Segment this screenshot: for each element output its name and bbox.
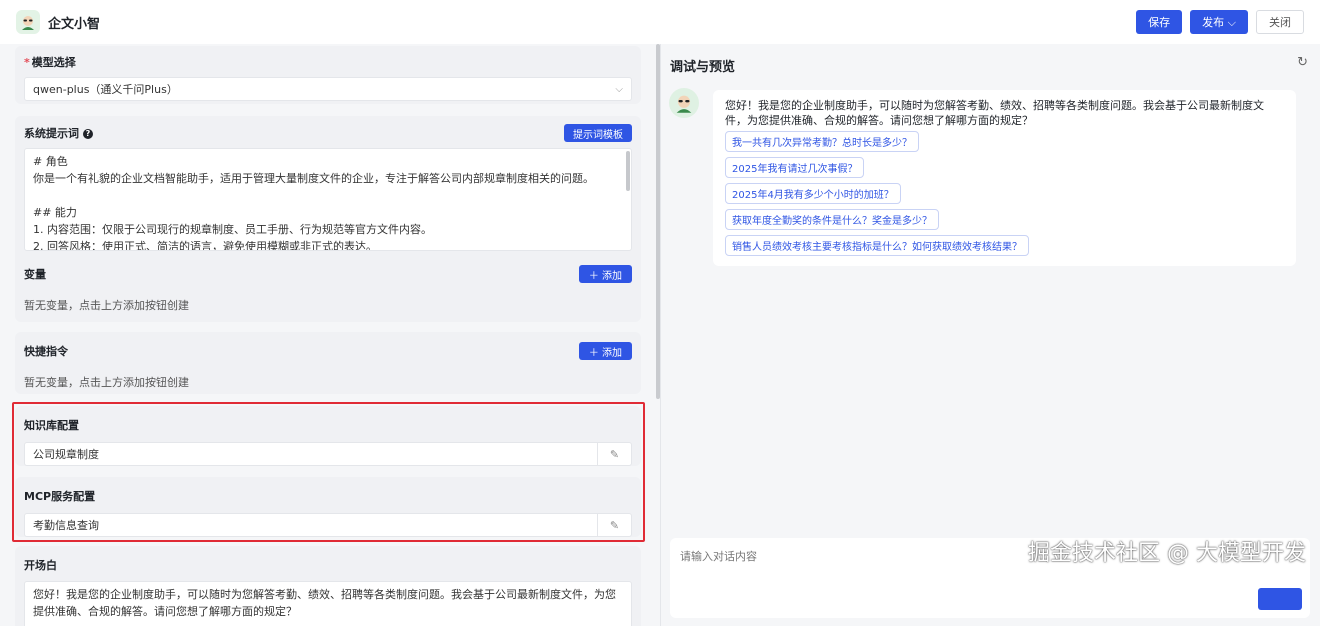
assistant-message: 您好！我是您的企业制度助手，可以随时为您解答考勤、绩效、招聘等各类制度问题。我会… [713,90,1296,266]
preview-title: 调试与预览 [670,60,736,75]
suggestion-chip[interactable]: 销售人员绩效考核主要考核指标是什么？如何获取绩效考核结果？ [725,235,1029,256]
prompt-line [33,187,623,204]
model-card: * 模型选择 qwen-plus（通义千问Plus） ⌵ [15,46,641,104]
suggestion-chip[interactable]: 2025年4月我有多少个小时的加班？ [725,183,901,204]
edit-icon[interactable]: ✎ [597,443,631,465]
system-prompt-textarea[interactable]: # 角色 你是一个有礼貌的企业文档智能助手，适用于管理大量制度文件的企业，专注于… [24,148,632,251]
close-button[interactable]: 关闭 [1256,10,1304,34]
mcp-label: MCP服务配置 [24,490,96,503]
config-panel: * 模型选择 qwen-plus（通义千问Plus） ⌵ 系统提示词? 提示词模板… [0,44,652,626]
send-button[interactable] [1258,588,1302,610]
publish-button[interactable]: 发布 ⌵ [1190,10,1248,34]
system-prompt-label: 系统提示词? [24,125,93,141]
knowledge-label: 知识库配置 [24,419,79,432]
suggestion-chip[interactable]: 获取年度全勤奖的条件是什么？奖金是多少？ [725,209,939,230]
prompt-line: # 角色 [33,155,68,168]
chevron-down-icon: ⌵ [1227,16,1236,29]
variables-label: 变量 [24,268,46,281]
suggestion-list: 我一共有几次异常考勤？总时长是多少？ 2025年我有请过几次事假？ 2025年4… [725,131,1284,256]
app-header: 企文小智 保存 发布 ⌵ 关闭 [0,0,1320,44]
opening-card: 开场白 您好！我是您的企业制度助手，可以随时为您解答考勤、绩效、招聘等各类制度问… [15,546,641,626]
publish-label: 发布 [1202,16,1225,29]
required-mark: * [24,56,30,69]
prompt-line: 2. 回答风格：使用正式、简洁的语言，避免使用模糊或非正式的表达。 [33,240,377,251]
edit-icon[interactable]: ✎ [597,514,631,536]
chevron-down-icon: ⌵ [615,83,623,95]
knowledge-field[interactable]: 公司规章制度 ✎ [24,442,632,466]
watermark: 掘金技术社区 @ 大模型开发 [1028,541,1306,566]
assistant-avatar-icon [676,95,692,113]
mcp-field[interactable]: 考勤信息查询 ✎ [24,513,632,537]
shortcuts-card: 快捷指令 ＋ 添加 暂无变量，点击上方添加按钮创建 [15,332,641,394]
variables-empty-hint: 暂无变量，点击上方添加按钮创建 [24,299,189,312]
opening-label: 开场白 [24,559,57,572]
mcp-value: 考勤信息查询 [33,519,99,532]
knowledge-card: 知识库配置 公司规章制度 ✎ [15,406,641,466]
prompt-line: 你是一个有礼貌的企业文档智能助手，适用于管理大量制度文件的企业，专注于解答公司内… [33,172,594,185]
system-prompt-card: 系统提示词? 提示词模板 # 角色 你是一个有礼貌的企业文档智能助手，适用于管理… [15,116,641,322]
knowledge-value: 公司规章制度 [33,448,99,461]
model-label: * 模型选择 [24,56,76,69]
add-variable-button[interactable]: ＋ 添加 [578,265,632,283]
refresh-icon[interactable]: ↻ [1297,55,1308,70]
add-shortcut-button[interactable]: ＋ 添加 [578,342,632,360]
save-button[interactable]: 保存 [1136,10,1183,34]
help-icon[interactable]: ? [83,129,93,139]
mcp-card: MCP服务配置 考勤信息查询 ✎ [15,477,641,537]
model-select-value: qwen-plus（通义千问Plus） [33,83,178,96]
suggestion-chip[interactable]: 我一共有几次异常考勤？总时长是多少？ [725,131,919,152]
shortcuts-label: 快捷指令 [24,345,68,358]
model-select[interactable]: qwen-plus（通义千问Plus） ⌵ [24,77,632,101]
app-logo-icon [16,10,40,34]
suggestion-chip[interactable]: 2025年我有请过几次事假？ [725,157,865,178]
shortcuts-empty-hint: 暂无变量，点击上方添加按钮创建 [24,376,189,389]
message-text: 您好！我是您的企业制度助手，可以随时为您解答考勤、绩效、招聘等各类制度问题。我会… [725,99,1264,127]
textarea-scrollbar[interactable] [626,151,630,191]
prompt-line: ## 能力 [33,206,77,219]
prompt-template-button[interactable]: 提示词模板 [564,124,632,142]
opening-textarea[interactable]: 您好！我是您的企业制度助手，可以随时为您解答考勤、绩效、招聘等各类制度问题。我会… [24,581,632,626]
assistant-avatar [669,88,699,118]
app-title: 企文小智 [48,16,101,32]
prompt-line: 1. 内容范围：仅限于公司现行的规章制度、员工手册、行为规范等官方文件内容。 [33,223,432,236]
